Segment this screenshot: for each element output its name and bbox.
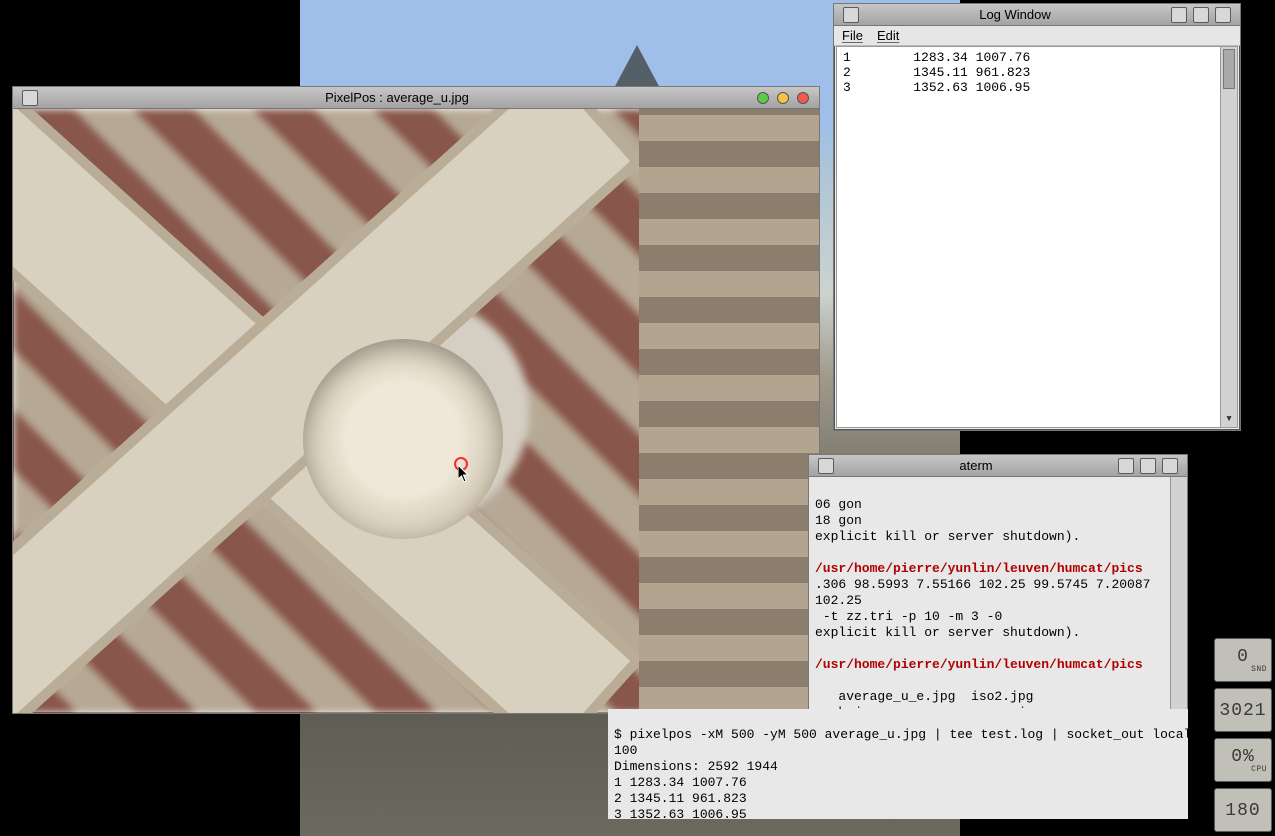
close-icon[interactable] [797,92,809,104]
window-menu-icon[interactable] [818,458,834,474]
term-path: /usr/home/pierre/yunlin/leuven/humcat/pi… [815,657,1143,672]
log-row: 1 1283.34 1007.76 [843,50,1231,65]
meter-label: CPU [1251,765,1271,774]
mouse-cursor-icon [458,465,470,483]
log-text-area[interactable]: 1 1283.34 1007.76 2 1345.11 961.823 3 13… [836,46,1238,428]
log-row: 2 1345.11 961.823 [843,65,1231,80]
pixelpos-window: PixelPos : average_u.jpg [12,86,820,714]
meter-net[interactable]: 180 [1214,788,1272,832]
maximize-icon[interactable] [757,92,769,104]
pixelpos-title: PixelPos : average_u.jpg [41,90,753,105]
term-line: 18 gon [815,513,862,528]
log-title: Log Window [862,7,1168,22]
meter-mem[interactable]: 3021 [1214,688,1272,732]
meter-value: 0% [1231,747,1255,767]
meter-cpu[interactable]: 0% CPU [1214,738,1272,782]
scroll-down-icon[interactable]: ▾ [1221,410,1237,427]
term-line: 06 gon [815,497,862,512]
menu-file[interactable]: File [842,28,863,43]
meter-value: 3021 [1219,701,1266,721]
aterm-title: aterm [837,458,1115,473]
term-cmd: $ pixelpos -xM 500 -yM 500 average_u.jpg… [614,727,1188,742]
term-line: 100 [614,743,637,758]
term-line: 2 1345.11 961.823 [614,791,747,806]
aterm-titlebar[interactable]: aterm [809,455,1187,477]
maximize-icon[interactable] [1193,7,1209,23]
log-menubar: File Edit [834,26,1240,46]
window-menu-icon[interactable] [22,90,38,106]
term-line: explicit kill or server shutdown). [815,529,1080,544]
log-window: Log Window File Edit 1 1283.34 1007.76 2… [833,3,1241,431]
bottom-terminal[interactable]: $ pixelpos -xM 500 -yM 500 average_u.jpg… [608,709,1188,819]
term-line: Dimensions: 2592 1944 [614,759,778,774]
term-line: explicit kill or server shutdown). [815,625,1080,640]
menu-edit[interactable]: Edit [877,28,899,43]
minimize-icon[interactable] [1171,7,1187,23]
maximize-icon[interactable] [1140,458,1156,474]
meter-snd[interactable]: 0 SND [1214,638,1272,682]
term-line: -t zz.tri -p 10 -m 3 -0 [815,609,1002,624]
close-icon[interactable] [1162,458,1178,474]
minimize-icon[interactable] [1118,458,1134,474]
log-row: 3 1352.63 1006.95 [843,80,1231,95]
term-line: 1 1283.34 1007.76 [614,775,747,790]
log-scrollbar[interactable]: ▾ [1220,47,1237,427]
pixelated-region [639,109,819,713]
term-path: /usr/home/pierre/yunlin/leuven/humcat/pi… [815,561,1143,576]
meter-value: 0 [1237,647,1249,667]
term-line: .306 98.5993 7.55166 102.25 99.5745 7.20… [815,577,1158,608]
term-line: average_u_e.jpg iso2.jpg [815,689,1033,704]
vault-boss [303,339,503,539]
window-menu-icon[interactable] [843,7,859,23]
meter-label: SND [1251,665,1271,674]
meter-value: 180 [1225,801,1260,821]
minimize-icon[interactable] [777,92,789,104]
scrollbar-thumb[interactable] [1223,49,1235,89]
log-titlebar[interactable]: Log Window [834,4,1240,26]
pixelpos-titlebar[interactable]: PixelPos : average_u.jpg [13,87,819,109]
pixelpos-canvas[interactable] [13,109,819,713]
term-line: 3 1352.63 1006.95 [614,807,747,819]
close-icon[interactable] [1215,7,1231,23]
meter-dock: 0 SND 3021 0% CPU 180 [1214,638,1272,832]
